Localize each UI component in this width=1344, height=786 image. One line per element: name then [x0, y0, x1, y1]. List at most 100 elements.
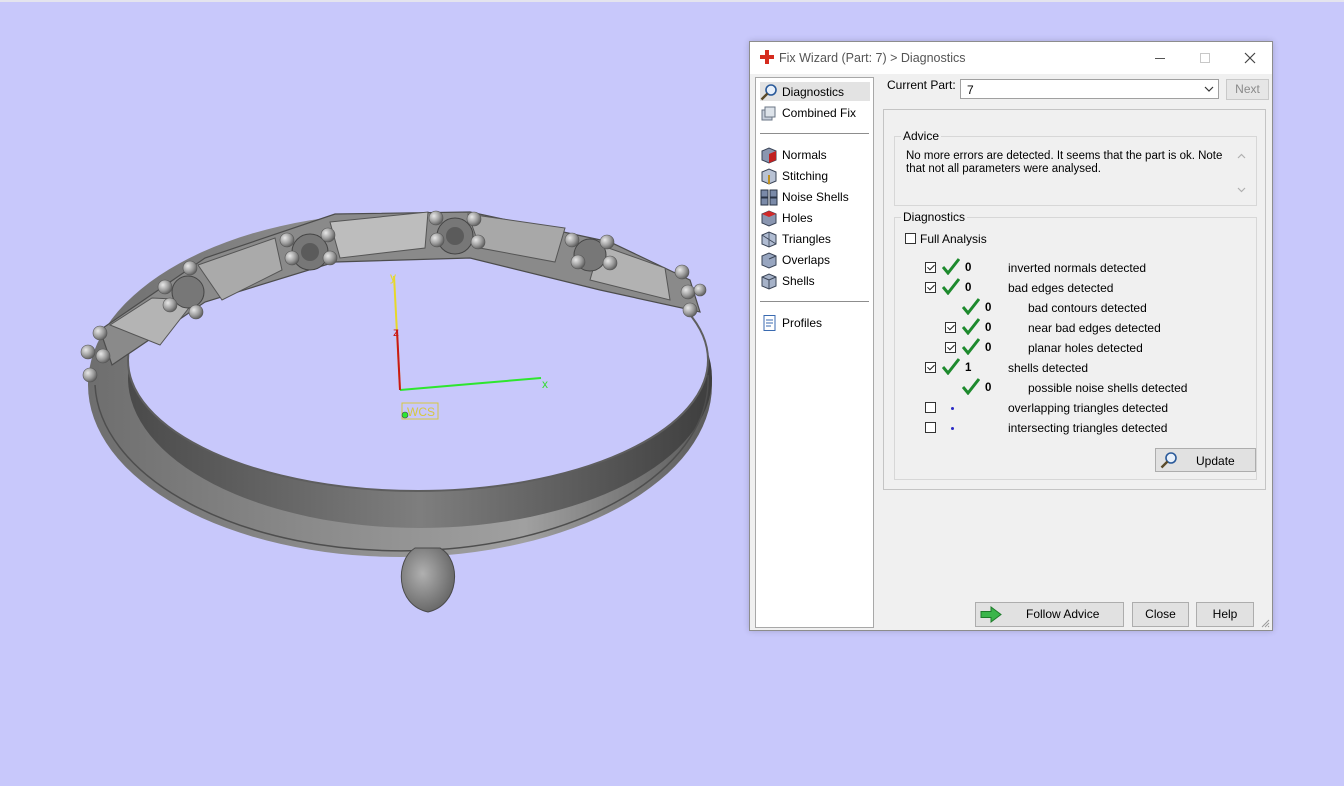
wcs-label: WCS	[407, 405, 435, 419]
row-label: bad edges detected	[1008, 281, 1114, 295]
diagnostics-title: Diagnostics	[901, 210, 968, 224]
window-close-button[interactable]	[1230, 46, 1270, 70]
green-arrow-icon	[980, 606, 1002, 623]
magnifier-icon	[1160, 452, 1177, 469]
check-ok-icon	[962, 298, 980, 315]
row-label: intersecting triangles detected	[1008, 421, 1168, 435]
follow-advice-button[interactable]: Follow Advice	[975, 602, 1124, 627]
nav-separator	[760, 133, 869, 134]
diagnostics-panel: Advice No more errors are detected. It s…	[883, 109, 1266, 490]
row-checkbox-inverted-normals[interactable]	[925, 262, 936, 273]
nav-item-diagnostics[interactable]: Diagnostics	[760, 82, 870, 101]
red-cross-icon	[760, 50, 774, 64]
check-ok-icon	[962, 318, 980, 335]
advice-scrollbar[interactable]	[1234, 149, 1249, 197]
maximize-icon	[1200, 53, 1210, 63]
row-checkbox-planar-holes[interactable]	[945, 342, 956, 353]
row-label: possible noise shells detected	[1028, 381, 1188, 395]
full-analysis-label: Full Analysis	[920, 232, 987, 246]
axis-y-label: y	[390, 270, 396, 284]
close-button[interactable]: Close	[1132, 602, 1189, 627]
minimize-button[interactable]	[1140, 46, 1180, 70]
document-icon	[763, 314, 776, 331]
row-count: 1	[965, 362, 972, 374]
nav-label-triangles: Triangles	[782, 231, 831, 246]
check-ok-icon	[962, 338, 980, 355]
row-checkbox-near-bad-edges[interactable]	[945, 322, 956, 333]
resize-grip-icon[interactable]	[1260, 618, 1270, 628]
check-ok-icon	[942, 358, 960, 375]
close-icon	[1244, 52, 1256, 64]
ring-model[interactable]: x y z WCS	[0, 0, 740, 783]
nav-separator	[760, 301, 869, 302]
nav-item-shells[interactable]: Shells	[760, 271, 815, 290]
row-count: 0	[985, 382, 992, 394]
nav-label-stitching: Stitching	[782, 168, 829, 183]
noise-shells-icon	[760, 189, 778, 205]
nav-item-holes[interactable]: Holes	[760, 208, 813, 227]
nav-item-noise-shells[interactable]: Noise Shells	[760, 187, 849, 206]
row-checkbox-shells[interactable]	[925, 362, 936, 373]
stitching-cube-icon	[761, 167, 777, 185]
row-count: 0	[985, 342, 992, 354]
axis-z-label: z	[393, 325, 399, 339]
nav-label-normals: Normals	[782, 147, 827, 162]
advice-group: Advice No more errors are detected. It s…	[894, 129, 1257, 206]
3d-viewport[interactable]: x y z WCS	[0, 0, 740, 783]
nav-item-overlaps[interactable]: Overlaps	[760, 250, 830, 269]
nav-item-normals[interactable]: Normals	[760, 145, 827, 164]
row-checkbox-intersecting-triangles[interactable]	[925, 422, 936, 433]
row-count: 0	[965, 262, 972, 274]
current-part-label: Current Part:	[887, 78, 956, 92]
axis-x-label: x	[542, 377, 548, 391]
row-count: 0	[985, 322, 992, 334]
dialog-title: Fix Wizard (Part: 7) > Diagnostics	[779, 51, 966, 65]
nav-item-profiles[interactable]: Profiles	[760, 313, 822, 332]
not-analysed-dot-icon	[951, 407, 954, 410]
check-ok-icon	[942, 278, 960, 295]
update-label: Update	[1196, 454, 1235, 468]
current-part-value: 7	[967, 83, 974, 97]
row-label: bad contours detected	[1028, 301, 1147, 315]
fix-wizard-dialog: Fix Wizard (Part: 7) > Diagnostics Diagn…	[749, 41, 1273, 631]
nav-label-overlaps: Overlaps	[782, 252, 831, 267]
check-ok-icon	[962, 378, 980, 395]
minimize-icon	[1155, 58, 1165, 59]
row-count: 0	[985, 302, 992, 314]
nav-item-triangles[interactable]: Triangles	[760, 229, 831, 248]
row-checkbox-overlapping-triangles[interactable]	[925, 402, 936, 413]
not-analysed-dot-icon	[951, 427, 954, 430]
current-part-select[interactable]: 7	[960, 79, 1219, 99]
advice-text: No more errors are detected. It seems th…	[906, 150, 1223, 175]
full-analysis-checkbox[interactable]	[905, 233, 916, 244]
nav-item-combined-fix[interactable]: Combined Fix	[760, 103, 856, 122]
follow-advice-label: Follow Advice	[1026, 607, 1100, 621]
holes-cube-icon	[761, 209, 777, 227]
magnifier-icon	[760, 83, 777, 100]
row-label: shells detected	[1008, 361, 1089, 375]
advice-title: Advice	[901, 129, 942, 143]
nav-item-stitching[interactable]: Stitching	[760, 166, 828, 185]
dialog-titlebar[interactable]: Fix Wizard (Part: 7) > Diagnostics	[750, 42, 1272, 74]
row-checkbox-bad-edges[interactable]	[925, 282, 936, 293]
triangles-cube-icon	[761, 230, 777, 248]
fix-wizard-nav: Diagnostics Combined Fix Normals Stitchi…	[755, 77, 874, 628]
nav-label-combined-fix: Combined Fix	[782, 105, 857, 120]
overlaps-cube-icon	[761, 251, 777, 269]
diagnostics-group: Diagnostics Full Analysis 0 inverted nor…	[894, 210, 1257, 480]
row-label: overlapping triangles detected	[1008, 401, 1169, 415]
next-button[interactable]: Next	[1226, 79, 1269, 100]
row-count: 0	[965, 282, 972, 294]
ring-drop	[400, 547, 456, 613]
normals-cube-icon	[761, 146, 777, 164]
update-button[interactable]: Update	[1155, 448, 1256, 472]
row-label: planar holes detected	[1028, 341, 1143, 355]
row-label: inverted normals detected	[1008, 261, 1147, 275]
row-label: near bad edges detected	[1028, 321, 1161, 335]
maximize-button[interactable]	[1185, 46, 1225, 70]
layers-icon	[761, 106, 776, 120]
shells-cube-icon	[761, 272, 777, 290]
nav-label-diagnostics: Diagnostics	[782, 84, 845, 99]
help-button[interactable]: Help	[1196, 602, 1254, 627]
check-ok-icon	[942, 258, 960, 275]
